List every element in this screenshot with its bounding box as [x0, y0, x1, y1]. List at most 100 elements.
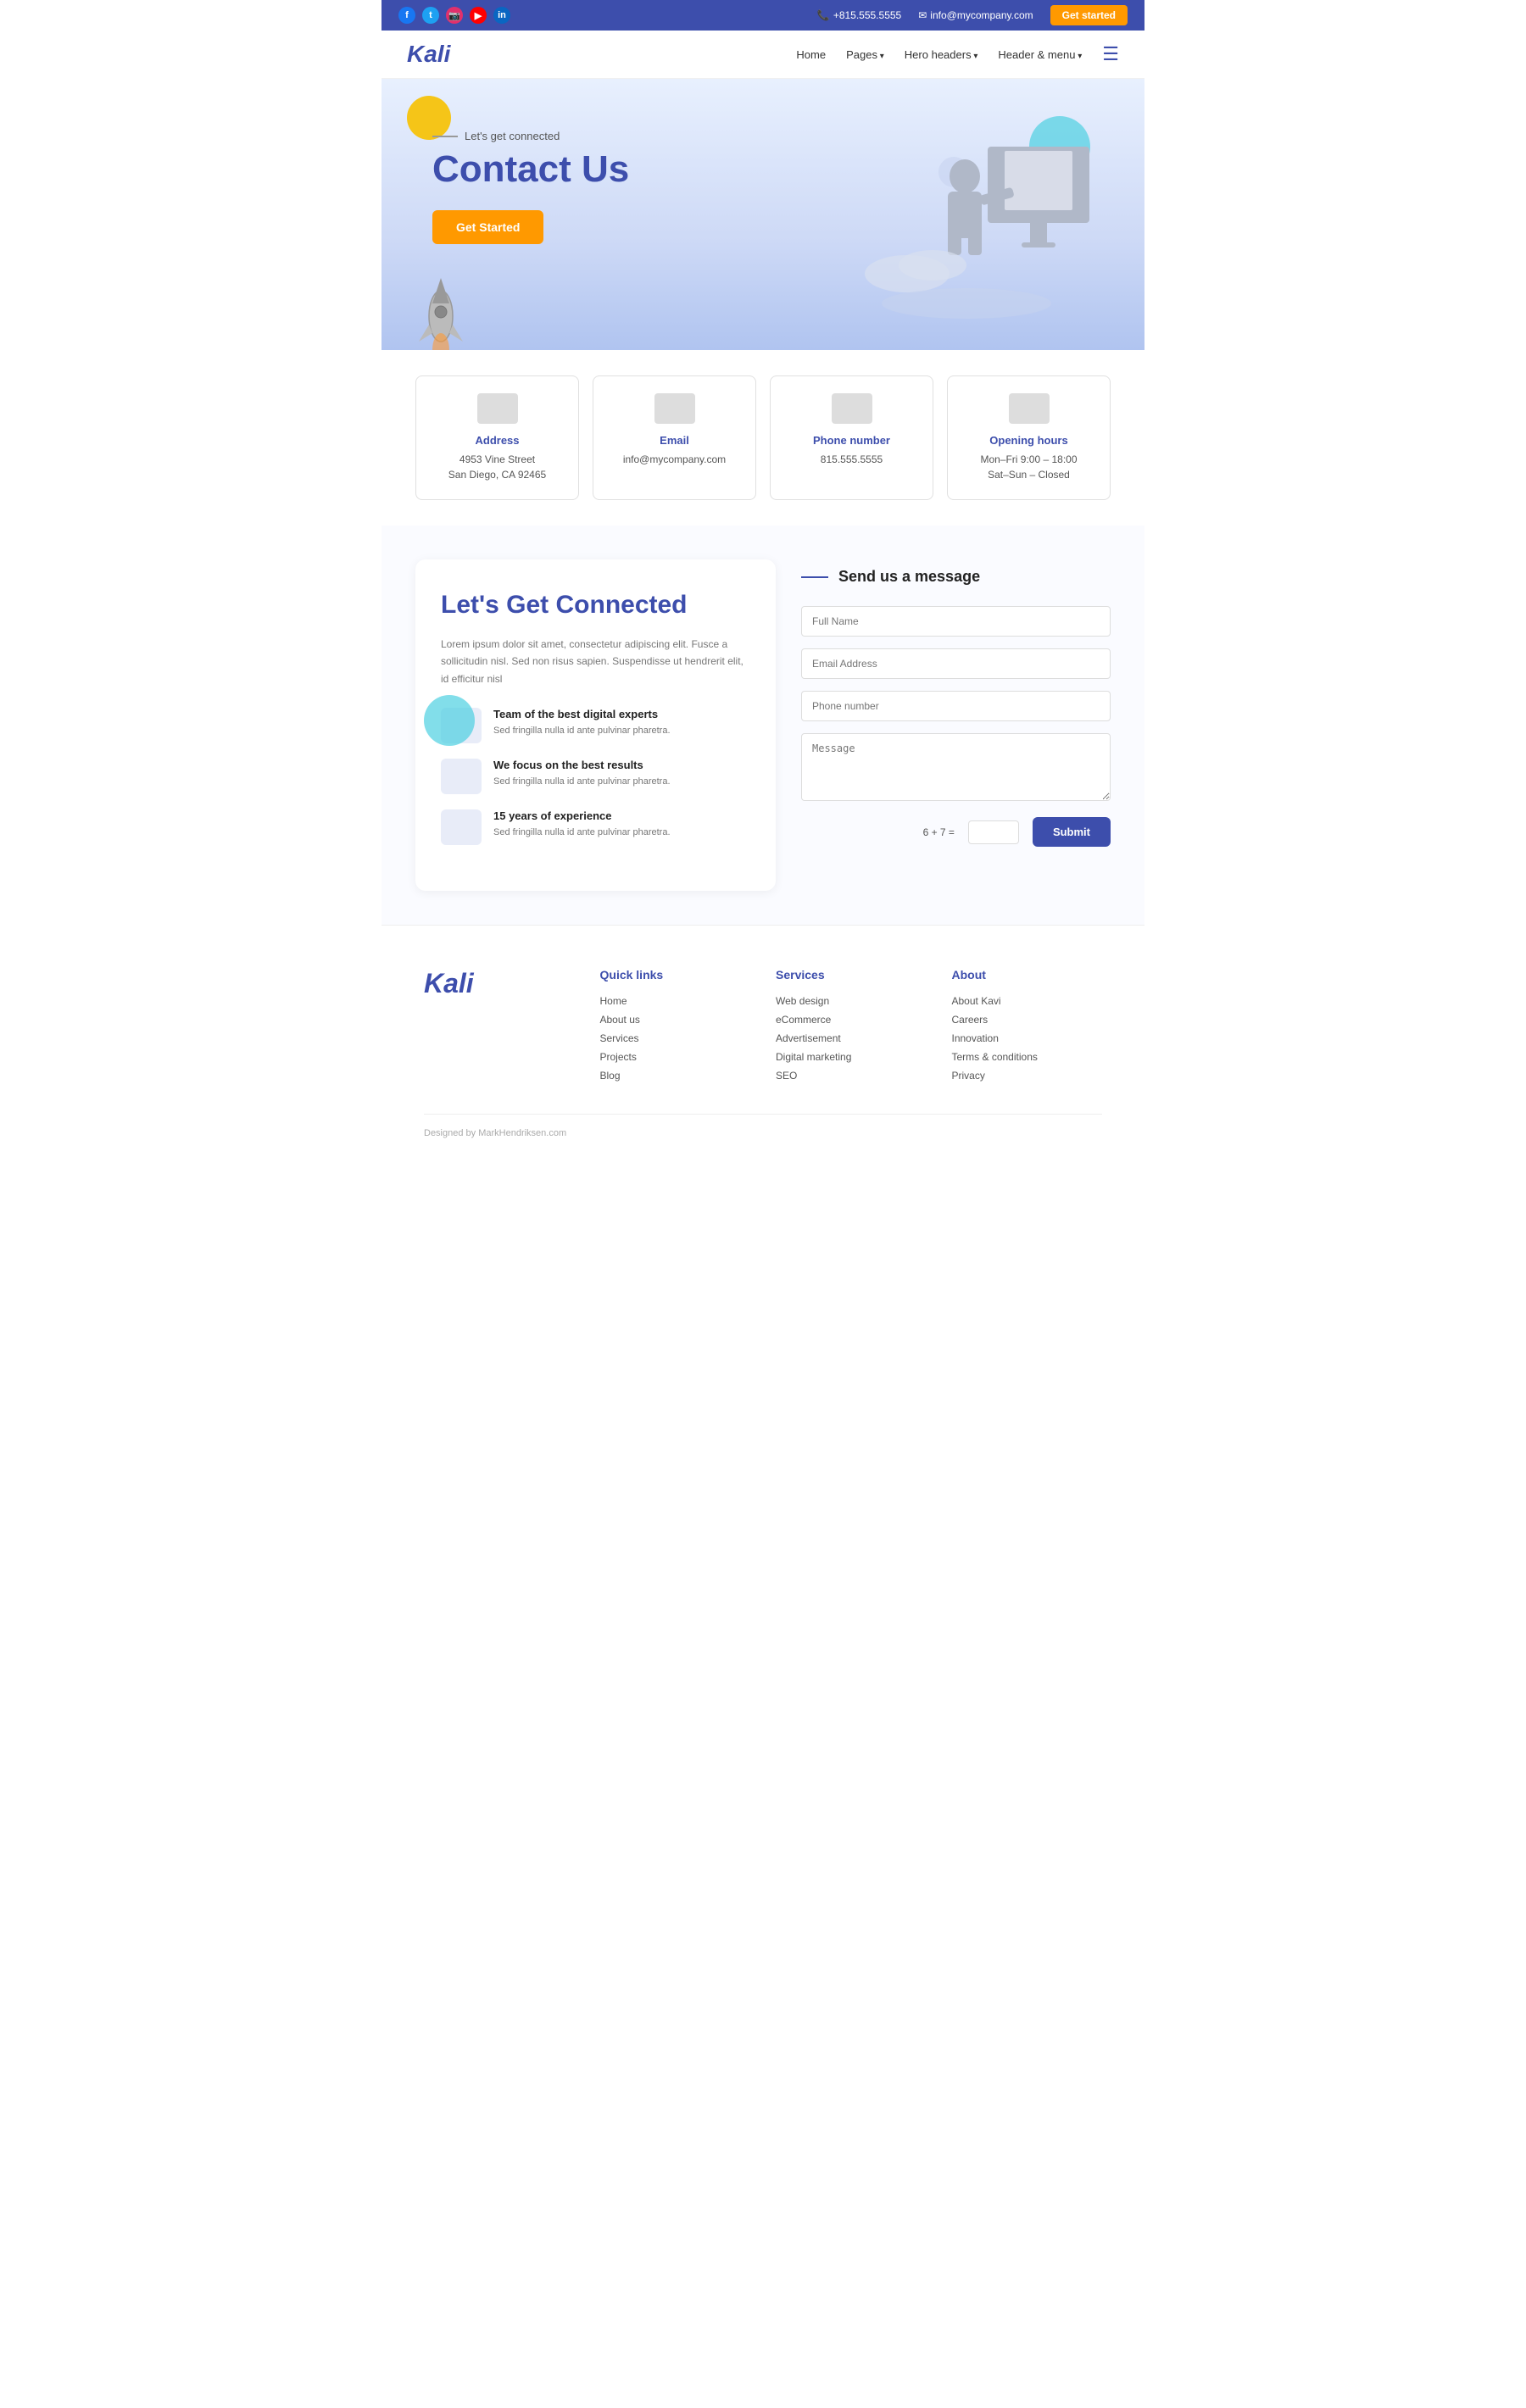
navbar: Kali Home Pages Hero headers Header & me…	[382, 31, 1144, 79]
info-cards: Address 4953 Vine Street San Diego, CA 9…	[382, 350, 1144, 526]
phone-icon: 📞	[817, 9, 830, 21]
about-title: About	[952, 968, 1103, 982]
email-group	[801, 648, 1111, 679]
twitter-icon[interactable]: t	[422, 7, 439, 24]
phone-input[interactable]	[801, 691, 1111, 721]
footer-about-kavi[interactable]: About Kavi	[952, 995, 1103, 1007]
instagram-icon[interactable]: 📷	[446, 7, 463, 24]
footer-about: About About Kavi Careers Innovation Term…	[952, 968, 1103, 1088]
footer-quick-links: Quick links Home About us Services Proje…	[600, 968, 751, 1088]
hero-section: Let's get connected Contact Us Get Start…	[382, 79, 1144, 350]
feature-2-desc: Sed fringilla nulla id ante pulvinar pha…	[493, 775, 671, 789]
footer-link-services[interactable]: Services	[600, 1032, 751, 1044]
info-card-hours: Opening hours Mon–Fri 9:00 – 18:00 Sat–S…	[947, 375, 1111, 500]
top-bar: f t 📷 ▶ in 📞 +815.555.5555 ✉ info@mycomp…	[382, 0, 1144, 31]
footer-about-privacy[interactable]: Privacy	[952, 1070, 1103, 1082]
top-bar-contact: 📞 +815.555.5555 ✉ info@mycompany.com Get…	[817, 5, 1128, 25]
send-message-title: Send us a message	[838, 568, 980, 586]
info-card-address: Address 4953 Vine Street San Diego, CA 9…	[415, 375, 579, 500]
form-submit-row: 6 + 7 = Submit	[801, 817, 1111, 847]
rocket-svg	[407, 265, 475, 350]
info-card-phone: Phone number 815.555.5555	[770, 375, 933, 500]
send-message-line	[801, 576, 828, 578]
teal-circle-decoration	[424, 695, 475, 746]
contact-right-panel: Send us a message 6 + 7 = Submit	[801, 559, 1111, 891]
address-value: 4953 Vine Street San Diego, CA 92465	[433, 452, 561, 482]
full-name-input[interactable]	[801, 606, 1111, 637]
contact-section-wrapper: Let's Get Connected Lorem ipsum dolor si…	[382, 526, 1144, 925]
footer-services: Services Web design eCommerce Advertisem…	[776, 968, 927, 1088]
message-textarea[interactable]	[801, 733, 1111, 801]
feature-item-2: We focus on the best results Sed fringil…	[441, 759, 750, 794]
footer-service-web[interactable]: Web design	[776, 995, 927, 1007]
captcha-text: 6 + 7 =	[923, 826, 955, 838]
message-group	[801, 733, 1111, 805]
youtube-icon[interactable]: ▶	[470, 7, 487, 24]
footer-link-blog[interactable]: Blog	[600, 1070, 751, 1082]
hero-text: Let's get connected Contact Us Get Start…	[432, 130, 755, 244]
captcha-input[interactable]	[968, 820, 1019, 844]
hero-title: Contact Us	[432, 149, 755, 190]
nav-hero-headers[interactable]: Hero headers	[905, 48, 978, 61]
nav-links: Home Pages Hero headers Header & menu ☰	[796, 43, 1119, 65]
feature-2-title: We focus on the best results	[493, 759, 671, 771]
footer-service-ecom[interactable]: eCommerce	[776, 1014, 927, 1026]
services-title: Services	[776, 968, 927, 982]
feature-item-1: Team of the best digital experts Sed fri…	[441, 708, 750, 743]
nav-header-menu[interactable]: Header & menu	[998, 48, 1082, 61]
feature-2-icon	[441, 759, 482, 794]
footer-logo-col: Kali	[424, 968, 575, 1088]
feature-3-title: 15 years of experience	[493, 809, 671, 822]
phone-group	[801, 691, 1111, 721]
nav-pages[interactable]: Pages	[846, 48, 884, 61]
footer-link-home[interactable]: Home	[600, 995, 751, 1007]
hero-cta-button[interactable]: Get Started	[432, 210, 543, 244]
send-message-header: Send us a message	[801, 568, 1111, 586]
footer-grid: Kali Quick links Home About us Services …	[424, 968, 1102, 1088]
site-logo[interactable]: Kali	[407, 41, 450, 68]
footer-link-about[interactable]: About us	[600, 1014, 751, 1026]
footer: Kali Quick links Home About us Services …	[382, 925, 1144, 1164]
info-card-email: Email info@mycompany.com	[593, 375, 756, 500]
footer-about-innovation[interactable]: Innovation	[952, 1032, 1103, 1044]
nav-home[interactable]: Home	[796, 48, 826, 61]
feature-1-title: Team of the best digital experts	[493, 708, 671, 720]
email-value: info@mycompany.com	[610, 452, 738, 467]
linkedin-icon[interactable]: in	[493, 7, 510, 24]
quick-links-title: Quick links	[600, 968, 751, 982]
hours-label: Opening hours	[965, 434, 1093, 447]
top-cta-button[interactable]: Get started	[1050, 5, 1128, 25]
phone-card-icon	[832, 393, 872, 424]
email-card-icon	[654, 393, 695, 424]
facebook-icon[interactable]: f	[398, 7, 415, 24]
footer-service-ads[interactable]: Advertisement	[776, 1032, 927, 1044]
rocket-illustration	[407, 265, 475, 350]
address-icon	[477, 393, 518, 424]
top-email: ✉ info@mycompany.com	[918, 9, 1033, 21]
hero-subtitle: Let's get connected	[432, 130, 755, 142]
footer-service-seo[interactable]: SEO	[776, 1070, 927, 1082]
feature-3-text: 15 years of experience Sed fringilla nul…	[493, 809, 671, 840]
feature-3-icon	[441, 809, 482, 845]
address-label: Address	[433, 434, 561, 447]
hero-illustration-svg	[822, 96, 1111, 333]
submit-button[interactable]: Submit	[1033, 817, 1111, 847]
footer-copyright: Designed by MarkHendriksen.com	[424, 1114, 1102, 1138]
footer-service-marketing[interactable]: Digital marketing	[776, 1051, 927, 1063]
phone-value: 815.555.5555	[788, 452, 916, 467]
footer-link-projects[interactable]: Projects	[600, 1051, 751, 1063]
feature-1-text: Team of the best digital experts Sed fri…	[493, 708, 671, 738]
social-links: f t 📷 ▶ in	[398, 7, 510, 24]
feature-3-desc: Sed fringilla nulla id ante pulvinar pha…	[493, 826, 671, 840]
email-input[interactable]	[801, 648, 1111, 679]
hamburger-icon[interactable]: ☰	[1102, 43, 1119, 65]
footer-about-careers[interactable]: Careers	[952, 1014, 1103, 1026]
top-phone: 📞 +815.555.5555	[817, 9, 901, 21]
phone-label: Phone number	[788, 434, 916, 447]
full-name-group	[801, 606, 1111, 637]
contact-left-title: Let's Get Connected	[441, 590, 750, 620]
email-label: Email	[610, 434, 738, 447]
feature-2-text: We focus on the best results Sed fringil…	[493, 759, 671, 789]
feature-item-3: 15 years of experience Sed fringilla nul…	[441, 809, 750, 845]
footer-about-terms[interactable]: Terms & conditions	[952, 1051, 1103, 1063]
